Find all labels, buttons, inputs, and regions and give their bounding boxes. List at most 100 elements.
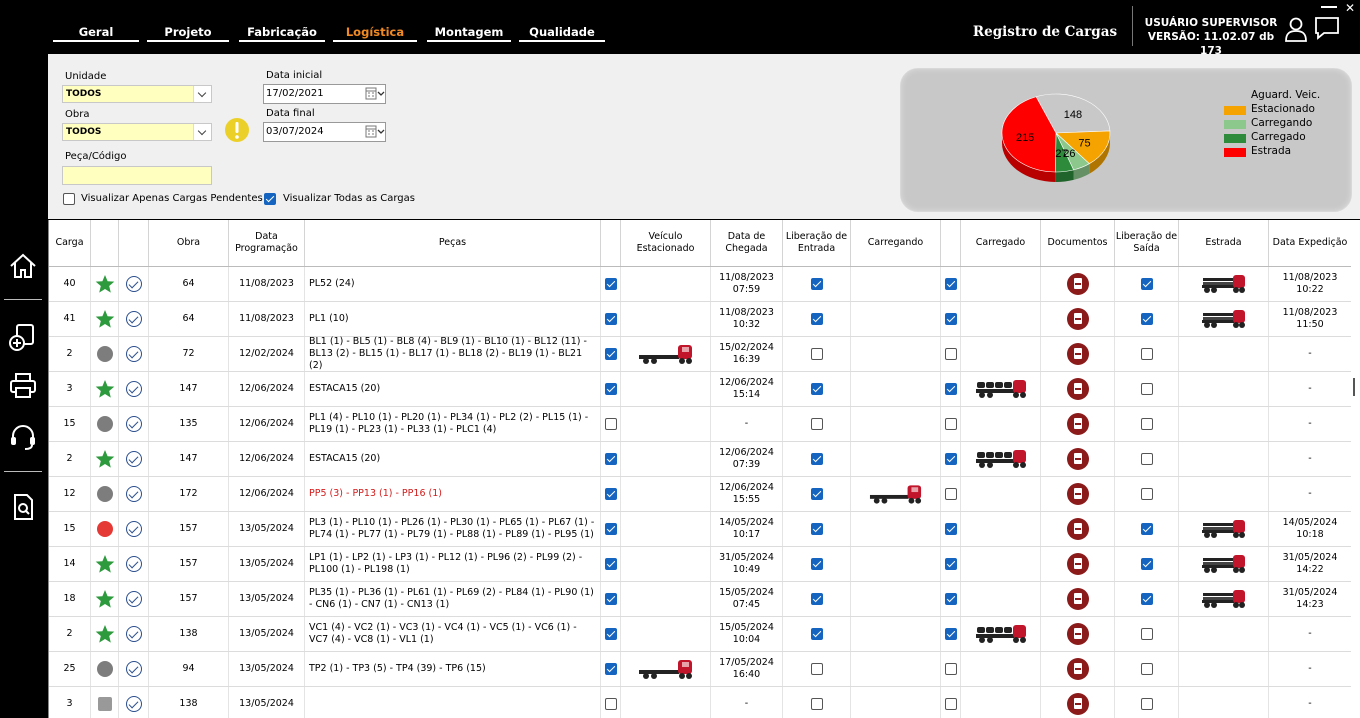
liberacao-entrada-checkbox[interactable]	[810, 488, 823, 500]
printer-icon[interactable]	[8, 371, 38, 401]
liberacao-entrada-checkbox[interactable]	[810, 698, 823, 710]
check-cell[interactable]	[601, 477, 621, 511]
check-cell[interactable]	[601, 617, 621, 651]
tab-projeto[interactable]: Projeto	[147, 25, 229, 42]
header-3[interactable]: Obra	[149, 220, 229, 266]
data-final-field[interactable]: 03/07/2024	[263, 122, 386, 142]
vertical-scrollbar[interactable]	[1351, 220, 1360, 718]
documentos-cell[interactable]	[1041, 302, 1115, 336]
documentos-cell[interactable]	[1041, 477, 1115, 511]
edit-cell[interactable]	[119, 547, 149, 581]
table-row[interactable]: 3 138 13/05/2024 - -	[49, 687, 1351, 718]
tab-geral[interactable]: Geral	[53, 25, 139, 42]
edit-cell[interactable]	[119, 407, 149, 441]
liberacao-saida-cell[interactable]	[1115, 477, 1179, 511]
edit-cell[interactable]	[119, 337, 149, 371]
header-13[interactable]: Documentos	[1041, 220, 1115, 266]
check-cell[interactable]	[601, 442, 621, 476]
pdf-document-icon[interactable]	[1066, 483, 1089, 505]
liberacao-entrada-cell[interactable]	[783, 477, 851, 511]
carregado-checkbox[interactable]	[944, 348, 957, 360]
liberacao-saida-cell[interactable]	[1115, 442, 1179, 476]
table-row[interactable]: 40 64 11/08/2023 PL52 (24) 11/08/2023 07:59 1…	[49, 267, 1351, 302]
edit-icon[interactable]	[125, 311, 142, 327]
liberacao-entrada-checkbox[interactable]	[810, 418, 823, 430]
calendar-icon[interactable]	[363, 85, 385, 103]
liberacao-saida-cell[interactable]	[1115, 547, 1179, 581]
check-cell[interactable]	[601, 302, 621, 336]
liberacao-entrada-cell[interactable]	[783, 582, 851, 616]
pdf-document-icon[interactable]	[1066, 518, 1089, 540]
documentos-cell[interactable]	[1041, 582, 1115, 616]
check-cell[interactable]	[941, 442, 961, 476]
estacionado-checkbox[interactable]	[604, 313, 617, 325]
check-cell[interactable]	[601, 582, 621, 616]
carregado-checkbox[interactable]	[944, 453, 957, 465]
close-button[interactable]: ✕	[1345, 1, 1355, 15]
header-15[interactable]: Estrada	[1179, 220, 1269, 266]
documentos-cell[interactable]	[1041, 687, 1115, 718]
pdf-document-icon[interactable]	[1066, 588, 1089, 610]
pdf-document-icon[interactable]	[1066, 273, 1089, 295]
header-8[interactable]: Data de Chegada	[711, 220, 783, 266]
table-row[interactable]: 2 72 12/02/2024 BL1 (1) - BL5 (1) - BL8 (4)…	[49, 336, 1351, 372]
edit-cell[interactable]	[119, 302, 149, 336]
carregado-checkbox[interactable]	[944, 628, 957, 640]
header-10[interactable]: Carregando	[851, 220, 941, 266]
liberacao-saida-cell[interactable]	[1115, 407, 1179, 441]
peca-input[interactable]	[62, 166, 212, 185]
pdf-document-icon[interactable]	[1066, 308, 1089, 330]
check-cell[interactable]	[601, 547, 621, 581]
edit-cell[interactable]	[119, 372, 149, 406]
carregado-checkbox[interactable]	[944, 488, 957, 500]
estacionado-checkbox[interactable]	[604, 698, 617, 710]
header-5[interactable]: Peças	[305, 220, 601, 266]
estacionado-checkbox[interactable]	[604, 278, 617, 290]
carregado-checkbox[interactable]	[944, 558, 957, 570]
edit-cell[interactable]	[119, 617, 149, 651]
check-cell[interactable]	[941, 337, 961, 371]
table-row[interactable]: 15 135 12/06/2024 PL1 (4) - PL10 (1) - PL20…	[49, 407, 1351, 442]
carregado-checkbox[interactable]	[944, 418, 957, 430]
check-cell[interactable]	[941, 652, 961, 686]
liberacao-entrada-cell[interactable]	[783, 372, 851, 406]
estacionado-checkbox[interactable]	[604, 663, 617, 675]
header-9[interactable]: Liberação de Entrada	[783, 220, 851, 266]
liberacao-saida-checkbox[interactable]	[1140, 453, 1153, 465]
documentos-cell[interactable]	[1041, 547, 1115, 581]
check-cell[interactable]	[601, 687, 621, 718]
liberacao-saida-cell[interactable]	[1115, 582, 1179, 616]
pdf-document-icon[interactable]	[1066, 623, 1089, 645]
edit-icon[interactable]	[125, 591, 142, 607]
pdf-document-icon[interactable]	[1066, 693, 1089, 715]
header-12[interactable]: Carregado	[961, 220, 1041, 266]
carregado-checkbox[interactable]	[944, 593, 957, 605]
edit-cell[interactable]	[119, 512, 149, 546]
header-1[interactable]	[91, 220, 119, 266]
documentos-cell[interactable]	[1041, 652, 1115, 686]
documentos-cell[interactable]	[1041, 512, 1115, 546]
edit-icon[interactable]	[125, 696, 142, 712]
liberacao-saida-checkbox[interactable]	[1140, 313, 1153, 325]
edit-icon[interactable]	[125, 416, 142, 432]
estacionado-checkbox[interactable]	[604, 488, 617, 500]
edit-cell[interactable]	[119, 267, 149, 301]
edit-cell[interactable]	[119, 442, 149, 476]
carregado-checkbox[interactable]	[944, 663, 957, 675]
check-cell[interactable]	[941, 687, 961, 718]
estacionado-checkbox[interactable]	[604, 418, 617, 430]
pdf-document-icon[interactable]	[1066, 378, 1089, 400]
calendar-icon[interactable]	[363, 123, 385, 141]
pdf-document-icon[interactable]	[1066, 343, 1089, 365]
add-document-icon[interactable]	[8, 322, 38, 352]
liberacao-saida-cell[interactable]	[1115, 302, 1179, 336]
liberacao-saida-cell[interactable]	[1115, 687, 1179, 718]
tab-montagem[interactable]: Montagem	[427, 25, 511, 42]
liberacao-saida-cell[interactable]	[1115, 652, 1179, 686]
scrollbar-thumb[interactable]	[1353, 378, 1355, 396]
search-document-icon[interactable]	[8, 492, 38, 522]
edit-icon[interactable]	[125, 451, 142, 467]
liberacao-entrada-checkbox[interactable]	[810, 523, 823, 535]
liberacao-entrada-cell[interactable]	[783, 302, 851, 336]
table-row[interactable]: 3 147 12/06/2024 ESTACA15 (20) 12/06/2024 15…	[49, 372, 1351, 407]
